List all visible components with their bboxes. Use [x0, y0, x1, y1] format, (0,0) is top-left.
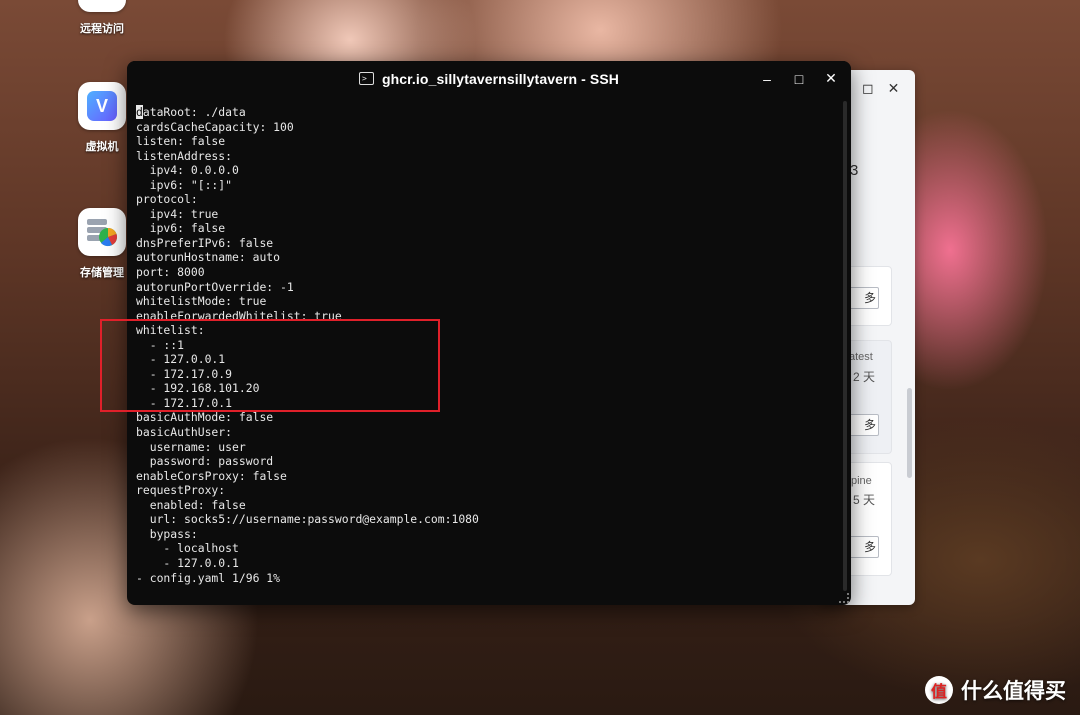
remote-access-icon: [78, 0, 126, 12]
terminal-line: basicAuthUser:: [136, 425, 233, 440]
terminal-line: ipv6: "[::]": [136, 177, 233, 192]
window-title: ghcr.io_sillytavernsillytavern - SSH: [381, 70, 620, 87]
terminal-line: autorunHostname: auto: [136, 250, 281, 265]
terminal-line: autorunPortOverride: -1: [136, 279, 294, 294]
desktop-item-storage[interactable]: 存储管理: [68, 208, 136, 280]
terminal-scrollbar[interactable]: [843, 101, 847, 591]
terminal-line: bypass:: [136, 526, 198, 541]
image-tag: pine: [851, 475, 872, 487]
cursor: d: [136, 105, 143, 119]
terminal-line: - config.yaml 1/96 1%: [136, 570, 281, 585]
terminal-line: requestProxy:: [136, 483, 226, 498]
desktop-item-virtual-machine[interactable]: V 虚拟机: [68, 82, 136, 154]
days-text: 2 天: [853, 370, 876, 384]
terminal-line: cardsCacheCapacity: 100: [136, 119, 294, 134]
terminal-line: port: 8000: [136, 265, 205, 280]
terminal-line: protocol:: [136, 192, 198, 207]
watermark: 值 什么值得买: [925, 675, 1066, 705]
scrollbar[interactable]: [907, 388, 912, 478]
terminal-line: dataRoot: ./data: [136, 105, 841, 120]
close-icon[interactable]: ✕: [888, 80, 900, 97]
maximize-button[interactable]: □: [791, 71, 807, 87]
terminal-line: password: password: [136, 454, 274, 469]
highlight-box: [100, 319, 440, 412]
watermark-logo-icon: 值: [925, 676, 953, 704]
terminal-line: ipv4: 0.0.0.0: [136, 163, 239, 178]
maximize-icon[interactable]: ◻: [862, 80, 874, 97]
desktop-item-label: 存储管理: [80, 267, 124, 279]
image-tag: atest: [849, 351, 873, 363]
background-window-controls: ◻ ✕: [862, 80, 899, 97]
desktop-item-label: 远程访问: [80, 23, 124, 35]
terminal-line: listen: false: [136, 134, 226, 149]
terminal-line: ipv6: false: [136, 221, 226, 236]
terminal-line: listenAddress:: [136, 148, 233, 163]
terminal-line: basicAuthMode: false: [136, 410, 274, 425]
terminal-line: dnsPreferIPv6: false: [136, 235, 274, 250]
title-bar[interactable]: > ghcr.io_sillytavernsillytavern - SSH –…: [127, 61, 851, 96]
desktop-item-remote-access[interactable]: 远程访问: [68, 0, 136, 36]
terminal-line: - localhost: [136, 541, 239, 556]
count-text: 3: [850, 162, 859, 179]
terminal-line: - 127.0.0.1: [136, 555, 239, 570]
terminal-line: url: socks5://username:password@example.…: [136, 512, 479, 527]
close-button[interactable]: ✕: [823, 70, 839, 87]
days-text: 5 天: [853, 493, 876, 507]
terminal-line: enableCorsProxy: false: [136, 468, 287, 483]
terminal-line: username: user: [136, 439, 246, 454]
storage-management-icon: [78, 208, 126, 256]
terminal-line: ipv4: true: [136, 206, 219, 221]
minimize-button[interactable]: –: [759, 71, 775, 87]
terminal-line: whitelistMode: true: [136, 294, 267, 309]
terminal-line: enabled: false: [136, 497, 246, 512]
resize-grip[interactable]: [839, 593, 849, 603]
virtual-machine-icon: V: [78, 82, 126, 130]
desktop-item-label: 虚拟机: [85, 141, 119, 153]
watermark-text: 什么值得买: [961, 680, 1066, 703]
terminal-line-text: ataRoot: ./data: [142, 105, 246, 119]
window-controls: – □ ✕: [759, 61, 839, 96]
terminal-icon: >: [358, 72, 374, 85]
